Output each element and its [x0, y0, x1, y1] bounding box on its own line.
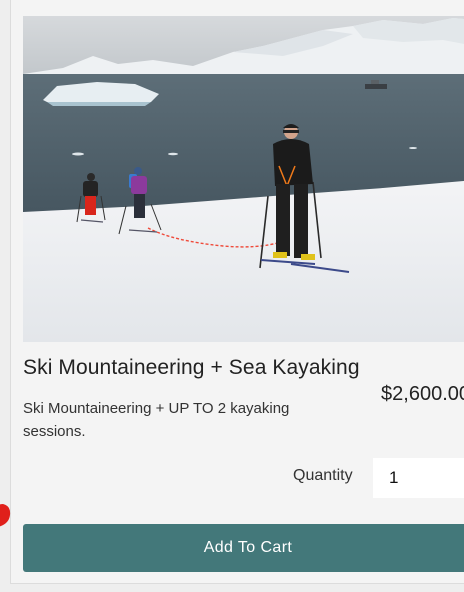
red-location-marker-icon: [0, 504, 11, 527]
product-photo: [23, 16, 464, 342]
ski-mountaineering-image: [23, 16, 464, 342]
quantity-label: Quantity: [293, 467, 353, 484]
product-description: Ski Mountaineering + UP TO 2 kayaking se…: [23, 400, 290, 440]
product-price: $2,600.00: [381, 383, 464, 405]
product-card: Ski Mountaineering + Sea Kayaking $2,600…: [10, 0, 464, 584]
add-to-cart-button[interactable]: Add To Cart: [23, 524, 464, 572]
quantity-input[interactable]: [373, 458, 464, 498]
product-title: Ski Mountaineering + Sea Kayaking: [23, 356, 360, 379]
